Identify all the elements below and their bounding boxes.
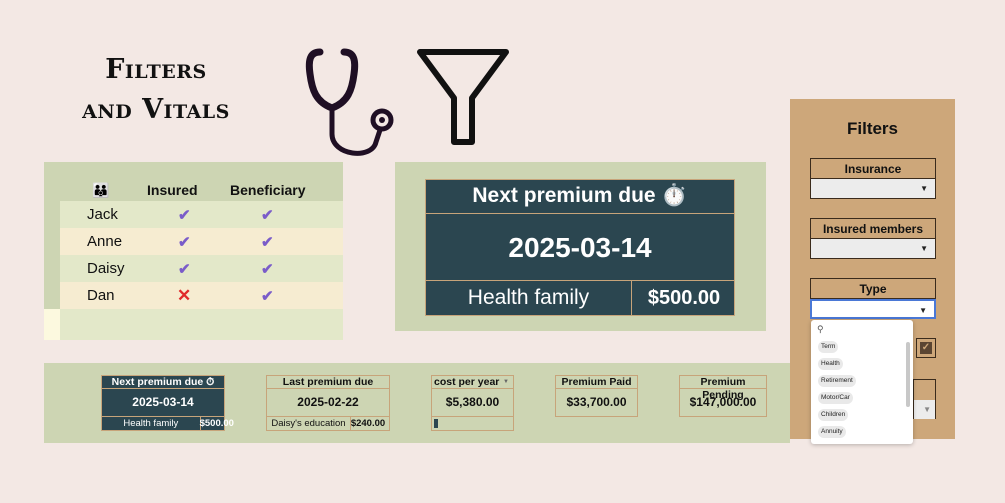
next-premium-amount: $500.00 bbox=[647, 287, 721, 309]
mini-sub: Daisy's education $240.00 bbox=[266, 417, 390, 431]
mini-value: 2025-02-22 bbox=[266, 389, 390, 417]
mini-label: Premium Paid bbox=[555, 375, 638, 389]
member-name: Dan bbox=[87, 287, 115, 304]
chevron-down-icon: ▼ bbox=[919, 306, 927, 315]
member-name: Daisy bbox=[87, 260, 125, 277]
summary-strip: Next premium due ⏱ 2025-03-14 Health fam… bbox=[44, 363, 790, 443]
type-option[interactable]: Term bbox=[818, 341, 839, 353]
family-icon: 👪 bbox=[92, 182, 110, 198]
check-icon: ✔ bbox=[178, 261, 191, 278]
table-row: Daisy ✔ ✔ bbox=[60, 255, 343, 282]
mini-policy: Health family bbox=[123, 418, 179, 429]
mini-label: Next premium due ⏱ bbox=[101, 375, 225, 389]
chevron-down-icon: ▼ bbox=[923, 405, 931, 414]
mini-value: $147,000.00 bbox=[679, 389, 767, 417]
table-filler bbox=[44, 309, 60, 340]
hidden-select[interactable]: ▼ bbox=[913, 379, 936, 419]
table-row: Anne ✔ ✔ bbox=[60, 228, 343, 255]
next-premium-date: 2025-03-14 bbox=[426, 214, 734, 281]
col-beneficiary: Beneficiary bbox=[230, 182, 306, 198]
page-title: Filters and Vitals bbox=[56, 50, 256, 130]
col-insured: Insured bbox=[147, 182, 198, 198]
mini-policy: Daisy's education bbox=[271, 418, 346, 429]
mini-value: $5,380.00 bbox=[431, 389, 514, 417]
check-icon: ✔ bbox=[178, 207, 191, 224]
title-line-1: Filters bbox=[105, 54, 207, 85]
title-line-2: and Vitals bbox=[82, 94, 230, 125]
insurance-filter: Insurance ▼ bbox=[810, 158, 936, 199]
mini-next-premium: Next premium due ⏱ 2025-03-14 Health fam… bbox=[101, 375, 234, 431]
checkmark-icon: ✓ bbox=[920, 342, 932, 354]
search-icon[interactable]: ⚲ bbox=[817, 324, 824, 335]
filters-title: Filters bbox=[846, 119, 899, 138]
mini-value: 2025-03-14 bbox=[101, 389, 225, 417]
type-filter: Type ▼ bbox=[810, 278, 936, 319]
mini-last-premium: Last premium due 2025-02-22 Daisy's educ… bbox=[266, 375, 390, 431]
member-name: Jack bbox=[87, 206, 118, 223]
funnel-icon bbox=[417, 49, 509, 145]
mini-premium-pending: Premium Pending $147,000.00 bbox=[679, 375, 767, 417]
check-icon: ✔ bbox=[261, 234, 274, 251]
mini-label: Last premium due bbox=[266, 375, 390, 389]
mini-sub: Health family $500.00 bbox=[101, 417, 234, 431]
type-option[interactable]: Retirement bbox=[818, 375, 856, 387]
filter-checkbox[interactable]: ✓ bbox=[916, 338, 936, 358]
check-icon: ✔ bbox=[178, 234, 191, 251]
insurance-select[interactable]: ▼ bbox=[810, 179, 936, 199]
type-option[interactable]: Children bbox=[818, 409, 849, 421]
mini-amount: $240.00 bbox=[350, 418, 386, 429]
members-select[interactable]: ▼ bbox=[810, 239, 936, 259]
mini-cost-per-year: cost per year ▼ $5,380.00 bbox=[431, 375, 514, 431]
table-row: Jack ✔ ✔ bbox=[60, 201, 343, 228]
table-filler bbox=[60, 309, 343, 340]
progress-fill bbox=[434, 419, 438, 428]
members-table: 👪 Insured Beneficiary Jack ✔ ✔ Anne ✔ ✔ … bbox=[44, 162, 343, 340]
mini-premium-paid: Premium Paid $33,700.00 bbox=[555, 375, 638, 417]
next-premium-policy: Health family bbox=[426, 281, 632, 316]
cost-progress-bar bbox=[431, 417, 514, 431]
type-option[interactable]: Annuity bbox=[818, 426, 846, 438]
stethoscope-icon bbox=[305, 48, 394, 156]
member-name: Anne bbox=[87, 233, 123, 250]
check-icon: ✔ bbox=[261, 207, 274, 224]
members-label: Insured members bbox=[810, 218, 936, 239]
type-label: Type bbox=[810, 278, 936, 299]
type-select[interactable]: ▼ bbox=[810, 299, 936, 319]
cross-icon: ✕ bbox=[177, 286, 192, 305]
dropdown-arrow-icon[interactable]: ▼ bbox=[503, 376, 509, 389]
members-filter: Insured members ▼ bbox=[810, 218, 936, 259]
next-premium-title: Next premium due ⏱️ bbox=[426, 180, 734, 214]
chevron-down-icon: ▼ bbox=[920, 184, 928, 193]
mini-label: cost per year ▼ bbox=[431, 375, 514, 389]
next-premium-card: Next premium due ⏱️ 2025-03-14 Health fa… bbox=[395, 162, 766, 331]
mini-value: $33,700.00 bbox=[555, 389, 638, 417]
mini-label: Premium Pending bbox=[679, 375, 767, 401]
check-icon: ✔ bbox=[261, 261, 274, 278]
type-option[interactable]: Motor/Car bbox=[818, 392, 853, 404]
insurance-label: Insurance bbox=[810, 158, 936, 179]
members-table-header: 👪 Insured Beneficiary bbox=[44, 180, 343, 200]
check-icon: ✔ bbox=[261, 288, 274, 305]
chevron-down-icon: ▼ bbox=[920, 244, 928, 253]
type-option[interactable]: Health bbox=[818, 358, 843, 370]
mini-amount: $500.00 bbox=[199, 418, 234, 429]
type-dropdown-list: ⚲ Term Health Retirement Motor/Car Child… bbox=[811, 320, 913, 444]
table-row: Dan ✕ ✔ bbox=[60, 282, 343, 309]
scrollbar[interactable] bbox=[906, 342, 910, 407]
